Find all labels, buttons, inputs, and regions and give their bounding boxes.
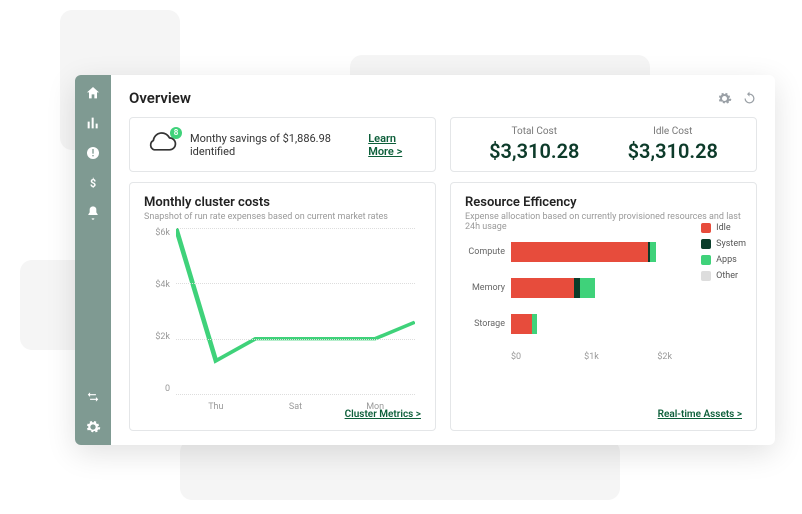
y-axis-labels: $6k $4k $2k 0 — [144, 228, 174, 394]
bar-x-tick: $2k — [618, 352, 672, 362]
decorative-card — [180, 440, 620, 500]
savings-card: 8 Monthy savings of $1,886.98 identified… — [129, 117, 436, 172]
bar-track — [511, 278, 672, 298]
monthly-costs-subtitle: Snapshot of run rate expenses based on c… — [144, 212, 421, 222]
settings-icon[interactable] — [717, 91, 732, 106]
savings-text: Monthy savings of $1,886.98 identified — [190, 132, 344, 158]
bar-label: Compute — [465, 247, 511, 257]
bar-chart-icon[interactable] — [85, 115, 101, 131]
main-content: Overview 8 Monthy savings of $1,886.98 i… — [111, 75, 775, 445]
total-cost-value: $3,310.28 — [489, 139, 579, 163]
legend: Idle System Apps Other — [701, 223, 746, 287]
bar-row: Compute — [465, 240, 672, 264]
efficiency-title: Resource Efficency — [465, 195, 742, 210]
bar-track — [511, 314, 672, 334]
y-tick: $4k — [144, 280, 170, 290]
bell-icon[interactable] — [85, 205, 101, 221]
idle-cost-label: Idle Cost — [628, 126, 718, 137]
bar-row: Memory — [465, 276, 672, 300]
realtime-assets-link[interactable]: Real-time Assets > — [658, 409, 742, 420]
idle-cost-block: Idle Cost $3,310.28 — [628, 126, 718, 163]
dollar-icon[interactable]: $ — [85, 175, 101, 191]
bar-track — [511, 242, 672, 262]
savings-badge: 8 — [170, 127, 182, 139]
y-tick: 0 — [144, 384, 170, 394]
legend-system: System — [701, 239, 746, 249]
total-cost-block: Total Cost $3,310.28 — [489, 126, 579, 163]
bar-segment — [532, 314, 537, 334]
transfer-icon[interactable] — [85, 389, 101, 405]
alert-icon[interactable] — [85, 145, 101, 161]
bar-x-tick: $0 — [511, 352, 565, 362]
y-tick: $6k — [144, 228, 170, 238]
bar-x-tick: $1k — [565, 352, 619, 362]
y-tick: $2k — [144, 332, 170, 342]
sidebar: $ — [75, 75, 111, 445]
line-chart-area: $6k $4k $2k 0 T — [144, 228, 421, 418]
bar-segment — [511, 314, 532, 334]
costs-card: Total Cost $3,310.28 Idle Cost $3,310.28 — [450, 117, 757, 172]
refresh-icon[interactable] — [742, 91, 757, 106]
monthly-costs-card: Monthly cluster costs Snapshot of run ra… — [129, 182, 436, 431]
svg-text:$: $ — [90, 177, 96, 190]
monthly-costs-title: Monthly cluster costs — [144, 195, 421, 210]
bar-label: Storage — [465, 319, 511, 329]
home-icon[interactable] — [85, 85, 101, 101]
legend-other: Other — [701, 271, 746, 281]
idle-cost-value: $3,310.28 — [628, 139, 718, 163]
header-actions — [717, 91, 757, 106]
line-plot — [176, 228, 415, 394]
app-window: $ Overview 8 — [75, 75, 775, 445]
total-cost-label: Total Cost — [489, 126, 579, 137]
x-tick: Sat — [256, 402, 336, 412]
page-title: Overview — [129, 89, 191, 107]
bar-label: Memory — [465, 283, 511, 293]
legend-apps: Apps — [701, 255, 746, 265]
gear-icon[interactable] — [85, 419, 101, 435]
bar-segment — [511, 242, 648, 262]
header: Overview — [129, 89, 757, 107]
summary-row: 8 Monthy savings of $1,886.98 identified… — [129, 117, 757, 172]
cluster-metrics-link[interactable]: Cluster Metrics > — [345, 409, 421, 420]
learn-more-link[interactable]: Learn More > — [368, 132, 421, 158]
bar-segment — [580, 278, 594, 298]
cloud-icon: 8 — [144, 131, 178, 159]
x-tick: Thu — [176, 402, 256, 412]
legend-idle: Idle — [701, 223, 746, 233]
bar-segment — [650, 242, 656, 262]
bar-row: Storage — [465, 312, 672, 336]
bar-x-axis: $0 $1k $2k — [511, 352, 742, 362]
efficiency-card: Resource Efficency Expense allocation ba… — [450, 182, 757, 431]
bar-segment — [511, 278, 574, 298]
charts-row: Monthly cluster costs Snapshot of run ra… — [129, 182, 757, 431]
